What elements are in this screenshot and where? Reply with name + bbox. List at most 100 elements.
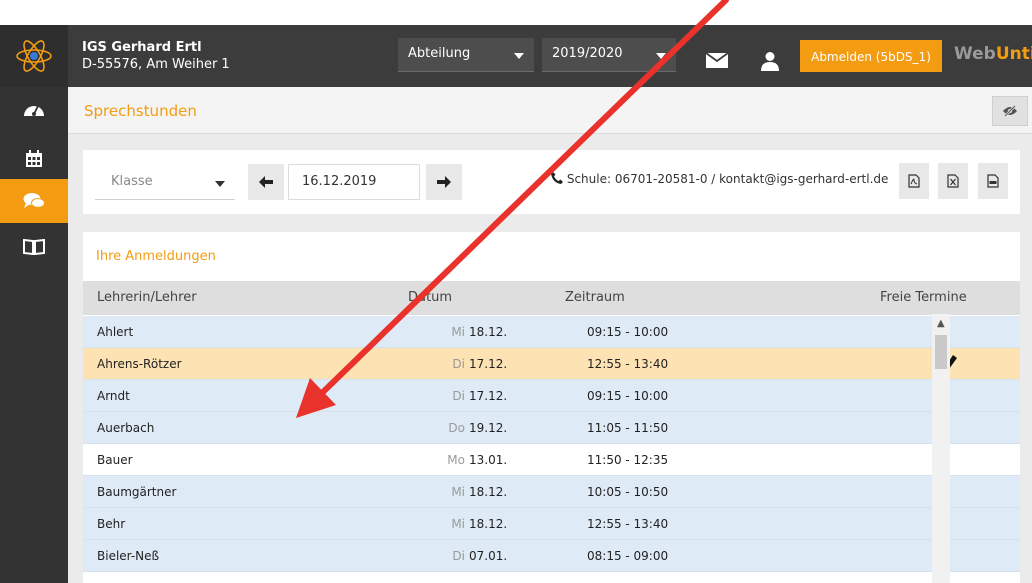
weekday: Mi [451, 325, 465, 339]
next-date-button[interactable] [426, 164, 462, 200]
date-input[interactable]: 16.12.2019 [288, 164, 420, 200]
sidebar-item-timetable[interactable] [0, 137, 68, 181]
calendar-icon [26, 150, 42, 167]
panel-title: Ihre Anmeldungen [96, 249, 216, 264]
school-address: D-55576, Am Weiher 1 [82, 57, 230, 72]
weekday: Di [452, 549, 465, 563]
time-range: 10:05 - 10:50 [587, 485, 669, 499]
date: 19.12. [469, 421, 508, 435]
chat-bubbles-icon [23, 193, 45, 208]
weekday: Mo [447, 453, 465, 467]
time-range: 12:55 - 13:40 [587, 517, 669, 531]
weekday: Mi [451, 517, 465, 531]
teacher-name: Bieler-Neß [97, 549, 160, 563]
sidebar-item-consultation-hours[interactable] [0, 179, 68, 223]
scroll-up-icon[interactable]: ▲ [937, 318, 945, 329]
table-scrollbar[interactable]: ▲ [932, 314, 950, 583]
export-pdf-button[interactable] [899, 163, 929, 199]
table-row[interactable]: Behr Mi 18.12. 12:55 - 13:40 [83, 508, 1020, 540]
date: 18.12. [469, 517, 508, 531]
chevron-down-icon [215, 181, 225, 187]
registrations-table: Ahlert Mi 18.12. 09:15 - 10:00 Ahrens-Rö… [83, 316, 1020, 572]
table-row-selected[interactable]: Ahrens-Rötzer Di 17.12. 12:55 - 13:40 [83, 348, 1020, 380]
time-range: 11:50 - 12:35 [587, 453, 669, 467]
date: 17.12. [469, 357, 508, 371]
brand-part2: Untis [995, 44, 1032, 64]
weekday: Do [448, 421, 465, 435]
sidebar-item-class-register[interactable] [0, 225, 68, 269]
main-content: Sprechstunden Klasse 16.12.2019 Schule: … [68, 87, 1032, 583]
dashboard-icon [24, 105, 44, 116]
time-range: 12:55 - 13:40 [587, 357, 669, 371]
department-select[interactable]: Abteilung [398, 38, 534, 72]
excel-file-icon [947, 174, 959, 188]
table-row[interactable]: Ahlert Mi 18.12. 09:15 - 10:00 [83, 316, 1020, 348]
previous-date-button[interactable] [248, 164, 284, 200]
brand-part1: Web [954, 44, 996, 64]
app-header: IGS Gerhard Ertl D-55576, Am Weiher 1 Ab… [0, 25, 1032, 87]
export-excel-button[interactable] [938, 163, 968, 199]
teacher-name: Arndt [97, 389, 130, 403]
eye-slash-icon [1003, 105, 1017, 117]
teacher-name: Baumgärtner [97, 485, 177, 499]
time-range: 11:05 - 11:50 [587, 421, 669, 435]
logout-button[interactable]: Abmelden (5bDS_1) [800, 40, 942, 72]
school-logo[interactable] [0, 25, 68, 87]
weekday: Di [452, 389, 465, 403]
arrow-left-icon [259, 176, 273, 188]
date: 18.12. [469, 485, 508, 499]
toggle-visibility-button[interactable] [992, 96, 1028, 126]
column-header-time[interactable]: Zeitraum [565, 290, 625, 305]
school-name: IGS Gerhard Ertl [82, 40, 202, 55]
teacher-name: Bauer [97, 453, 133, 467]
time-range: 09:15 - 10:00 [587, 325, 669, 339]
export-csv-button[interactable] [978, 163, 1008, 199]
time-range: 09:15 - 10:00 [587, 389, 669, 403]
teacher-name: Behr [97, 517, 126, 531]
phone-icon [551, 172, 563, 184]
top-margin [0, 0, 1032, 25]
webuntis-logo: WebUntis [954, 44, 1032, 64]
teacher-name: Ahrens-Rötzer [97, 357, 182, 371]
filter-toolbar: Klasse 16.12.2019 Schule: 06701-20581-0 … [83, 150, 1020, 214]
table-row[interactable]: Arndt Di 17.12. 09:15 - 10:00 [83, 380, 1020, 412]
pdf-file-icon [908, 174, 920, 188]
contact-text: Schule: 06701-20581-0 / kontakt@igs-gerh… [566, 172, 889, 186]
table-header: Lehrerin/Lehrer Datum Zeitraum Freie Ter… [83, 281, 1020, 315]
date: 18.12. [469, 325, 508, 339]
table-row[interactable]: Baumgärtner Mi 18.12. 10:05 - 10:50 [83, 476, 1020, 508]
weekday: Mi [451, 485, 465, 499]
scrollbar-thumb[interactable] [935, 335, 947, 369]
table-row[interactable]: Auerbach Do 19.12. 11:05 - 11:50 [83, 412, 1020, 444]
sidebar-item-dashboard[interactable] [0, 87, 68, 131]
column-header-date[interactable]: Datum [408, 290, 452, 305]
teacher-name: Ahlert [97, 325, 134, 339]
time-range: 08:15 - 09:00 [587, 549, 669, 563]
school-contact: Schule: 06701-20581-0 / kontakt@igs-gerh… [551, 172, 888, 186]
school-info: IGS Gerhard Ertl D-55576, Am Weiher 1 [82, 39, 230, 73]
date: 07.01. [469, 549, 508, 563]
class-select-placeholder: Klasse [111, 174, 153, 189]
registrations-panel: Ihre Anmeldungen Lehrerin/Lehrer Datum Z… [83, 232, 1020, 583]
csv-file-icon [987, 174, 999, 188]
sidebar [0, 87, 68, 583]
table-row[interactable]: Bauer Mo 13.01. 11:50 - 12:35 [83, 444, 1020, 476]
atom-icon [16, 40, 52, 72]
weekday: Di [452, 357, 465, 371]
chevron-down-icon [514, 53, 524, 59]
mail-icon[interactable] [705, 52, 729, 72]
column-header-teacher[interactable]: Lehrerin/Lehrer [97, 290, 197, 305]
page-titlebar: Sprechstunden [68, 87, 1032, 134]
school-year-value: 2019/2020 [552, 46, 623, 61]
column-header-free-slots[interactable]: Freie Termine [880, 290, 967, 305]
page-title: Sprechstunden [84, 102, 197, 120]
date: 13.01. [469, 453, 508, 467]
school-year-select[interactable]: 2019/2020 [542, 38, 676, 72]
teacher-name: Auerbach [97, 421, 155, 435]
department-select-value: Abteilung [408, 46, 471, 61]
arrow-right-icon [437, 176, 451, 188]
table-row[interactable]: Bieler-Neß Di 07.01. 08:15 - 09:00 [83, 540, 1020, 572]
user-icon[interactable] [761, 51, 779, 75]
class-select[interactable]: Klasse [95, 164, 235, 200]
date: 17.12. [469, 389, 508, 403]
